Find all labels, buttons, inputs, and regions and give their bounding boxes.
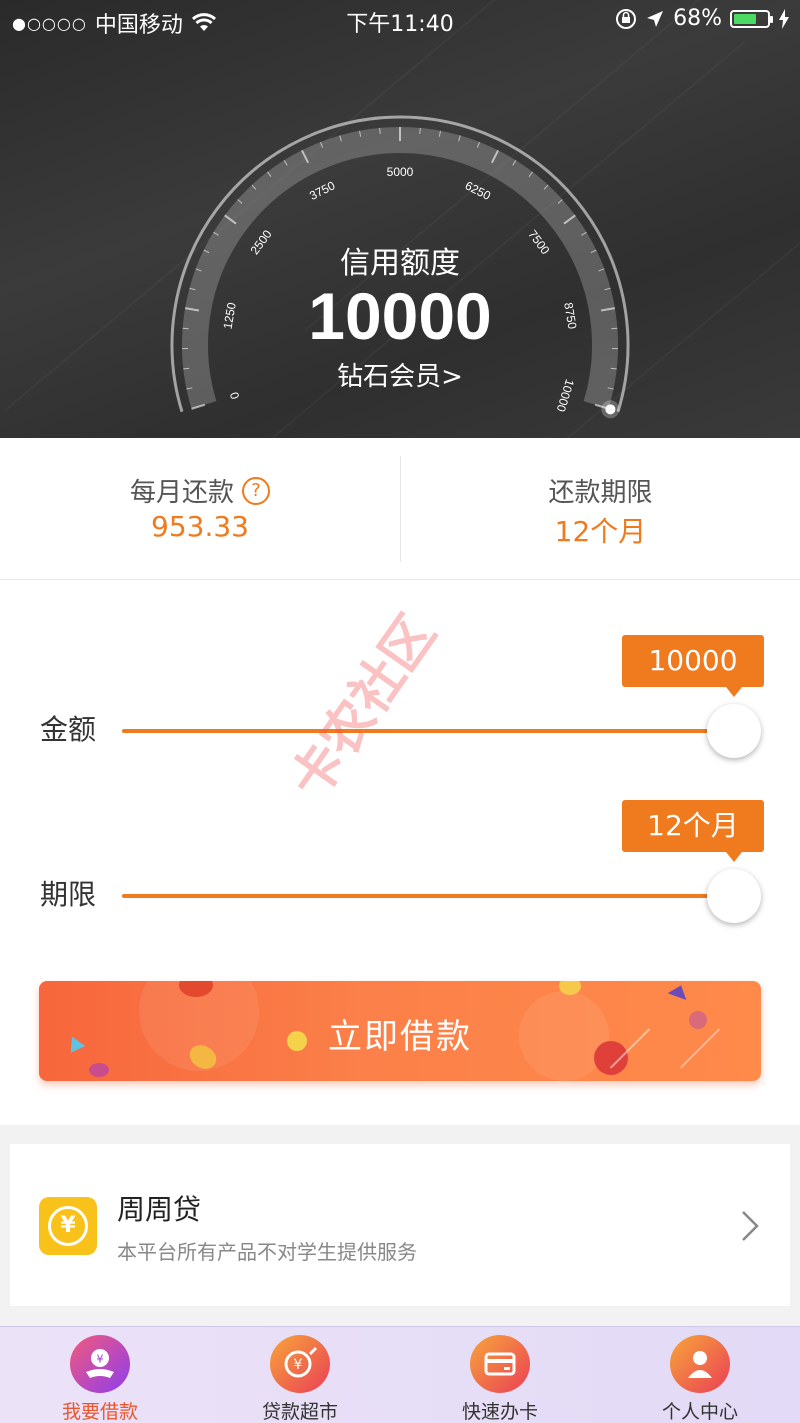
gauge-indicator-dot xyxy=(605,404,616,415)
gauge-tick xyxy=(379,127,381,134)
term-label: 期限 xyxy=(40,878,97,911)
gauge-tick xyxy=(419,127,421,134)
help-icon[interactable]: ? xyxy=(242,476,270,505)
gauge-tick-label: 6250 xyxy=(463,178,493,203)
repayment-summary: 每月还款 ? 953.33 还款期限 12个月 xyxy=(0,438,800,580)
product-icon-glyph: ¥ xyxy=(48,1206,88,1246)
monthly-repayment-value: 953.33 xyxy=(151,510,249,543)
credit-limit-label: 信用额度 xyxy=(340,246,460,281)
borrow-icon: ¥ xyxy=(70,1335,130,1393)
tab-loan-market-label: 贷款超市 xyxy=(261,1401,338,1423)
product-description: 本平台所有产品不对学生提供服务 xyxy=(117,1240,417,1264)
loan-market-icon: ¥ xyxy=(270,1335,330,1393)
amount-label: 金额 xyxy=(40,713,97,746)
credit-limit-value: 10000 xyxy=(308,279,492,353)
term-slider-thumb[interactable] xyxy=(707,869,761,923)
product-name: 周周贷 xyxy=(117,1193,202,1226)
svg-text:¥: ¥ xyxy=(294,1357,303,1373)
amount-slider[interactable]: 金额 xyxy=(0,694,800,764)
chevron-right-icon xyxy=(742,1211,759,1241)
term-slider[interactable]: 期限 xyxy=(0,859,800,929)
monthly-repayment-label: 每月还款 xyxy=(129,478,234,508)
tab-borrow[interactable]: ¥ 我要借款 xyxy=(0,1327,200,1423)
repayment-term-value: 12个月 xyxy=(554,515,647,548)
product-card[interactable]: ¥ 周周贷 本平台所有产品不对学生提供服务 xyxy=(10,1144,790,1306)
tab-borrow-label: 我要借款 xyxy=(61,1401,138,1423)
term-tooltip: 12个月 xyxy=(622,800,764,862)
monthly-repayment: 每月还款 ? 953.33 xyxy=(0,438,400,580)
tab-profile[interactable]: 个人中心 xyxy=(600,1327,800,1423)
profile-icon xyxy=(670,1335,730,1393)
member-level-link[interactable]: 钻石会员> xyxy=(0,356,800,393)
gauge-tick-label: 3750 xyxy=(307,178,337,203)
amount-slider-thumb[interactable] xyxy=(707,704,761,758)
credit-header: ●○○○○ 中国移动 下午11:40 68% 0 1250 2500 3750 … xyxy=(0,0,800,438)
term-slider-track[interactable] xyxy=(122,894,734,898)
gauge-tick-label: 5000 xyxy=(387,165,414,179)
svg-text:¥: ¥ xyxy=(97,1353,104,1366)
tab-loan-market[interactable]: ¥ 贷款超市 xyxy=(200,1327,400,1423)
repayment-term-label: 还款期限 xyxy=(548,478,653,508)
bottom-tab-bar: ¥ 我要借款 ¥ 贷款超市 快速办卡 个人中心 xyxy=(0,1326,800,1423)
tab-apply-card-label: 快速办卡 xyxy=(461,1401,538,1423)
card-icon xyxy=(470,1335,530,1393)
borrow-now-button[interactable]: 立即借款 xyxy=(39,981,761,1081)
amount-slider-track[interactable] xyxy=(122,729,734,733)
yen-coin-icon: ¥ xyxy=(39,1197,97,1255)
borrow-now-label: 立即借款 xyxy=(328,1017,472,1057)
tab-apply-card[interactable]: 快速办卡 xyxy=(400,1327,600,1423)
repayment-term: 还款期限 12个月 xyxy=(400,456,800,562)
tab-profile-label: 个人中心 xyxy=(661,1401,738,1423)
amount-tooltip: 10000 xyxy=(622,635,764,697)
loan-config-panel: 10000 金额 12个月 期限 立即借款 xyxy=(0,580,800,1125)
